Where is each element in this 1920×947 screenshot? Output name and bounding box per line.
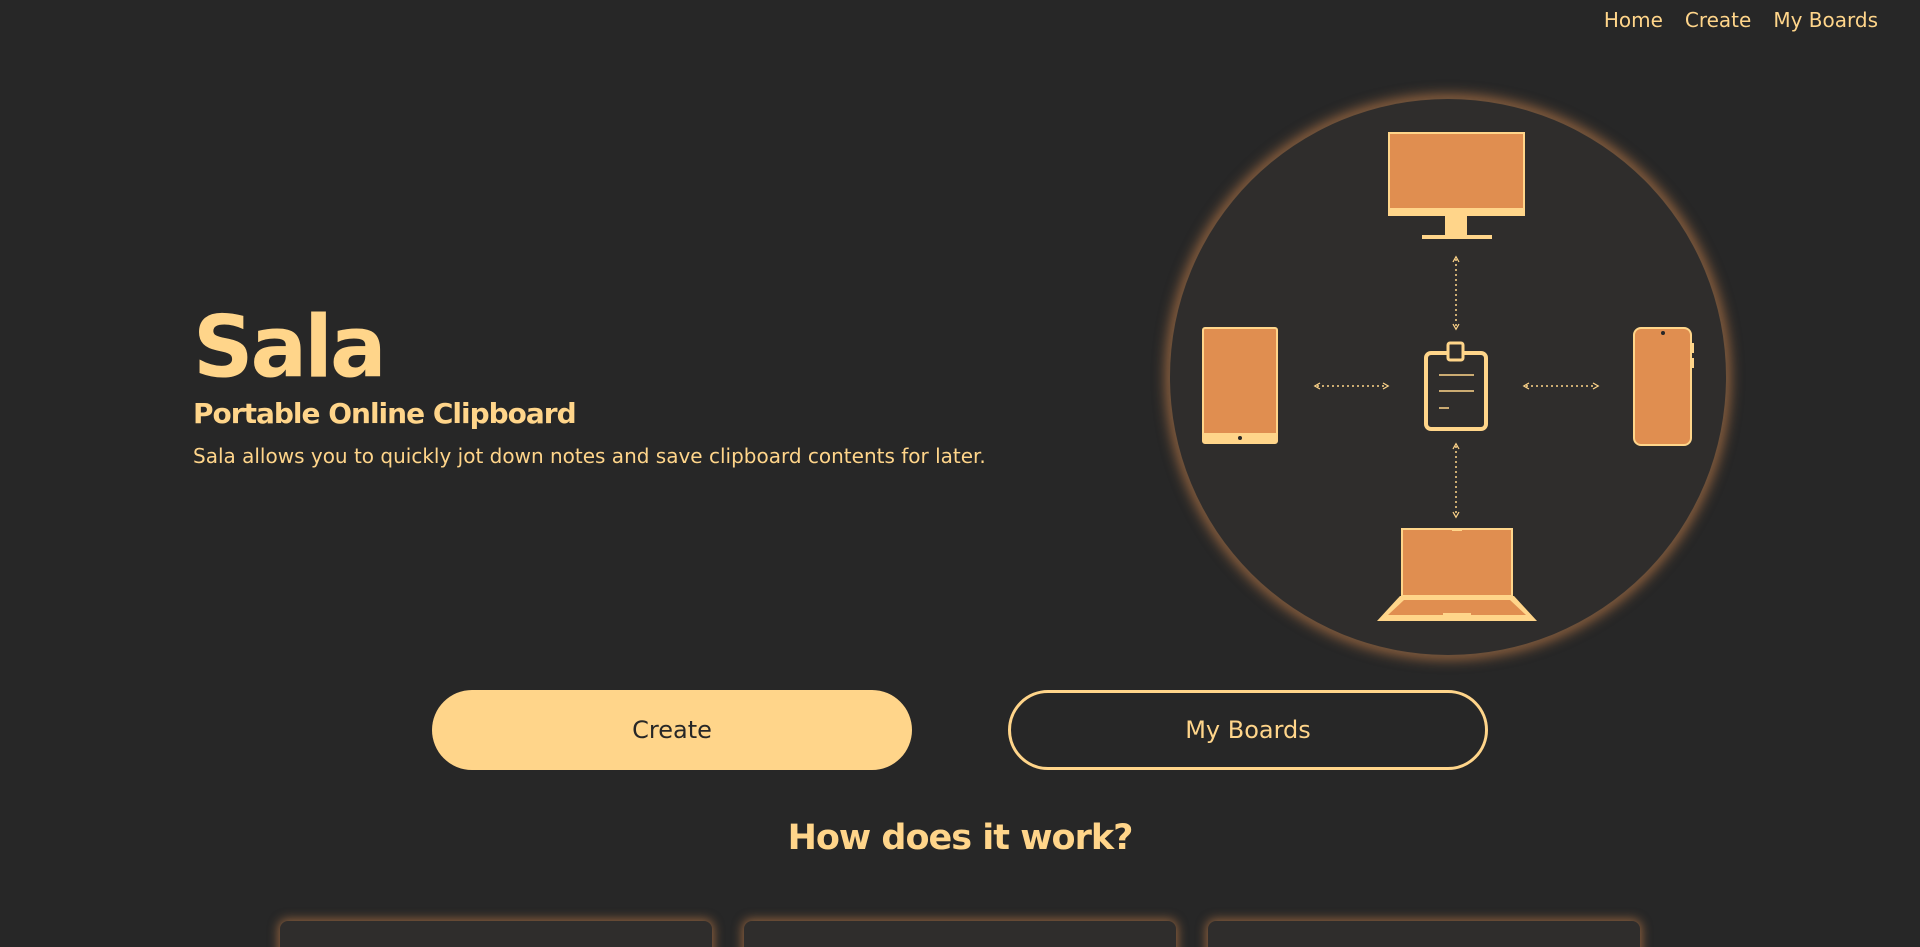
how-card (1208, 921, 1640, 947)
nav-my-boards-link[interactable]: My Boards (1773, 8, 1878, 32)
laptop-icon (1377, 528, 1537, 621)
page: Home Create My Boards Sala Portable Onli… (0, 0, 1920, 947)
hero-title: Sala (193, 297, 387, 397)
how-card (744, 921, 1176, 947)
devices-illustration-svg (1202, 132, 1694, 621)
nav-home-link[interactable]: Home (1604, 8, 1663, 32)
create-button[interactable]: Create (432, 690, 912, 770)
top-nav: Home Create My Boards (1604, 8, 1878, 32)
how-it-works-title: How does it work? (787, 818, 1134, 858)
hero-subtitle: Portable Online Clipboard (193, 397, 577, 430)
nav-create-link[interactable]: Create (1685, 8, 1751, 32)
my-boards-button[interactable]: My Boards (1008, 690, 1488, 770)
hero-description: Sala allows you to quickly jot down note… (193, 444, 986, 468)
tablet-icon (1202, 327, 1278, 444)
how-card (280, 921, 712, 947)
hero-text: Sala Portable Online Clipboard Sala allo… (193, 297, 986, 468)
clipboard-icon (1424, 341, 1488, 431)
phone-icon (1633, 327, 1694, 446)
devices-illustration (1168, 97, 1728, 657)
monitor-icon (1388, 132, 1525, 239)
